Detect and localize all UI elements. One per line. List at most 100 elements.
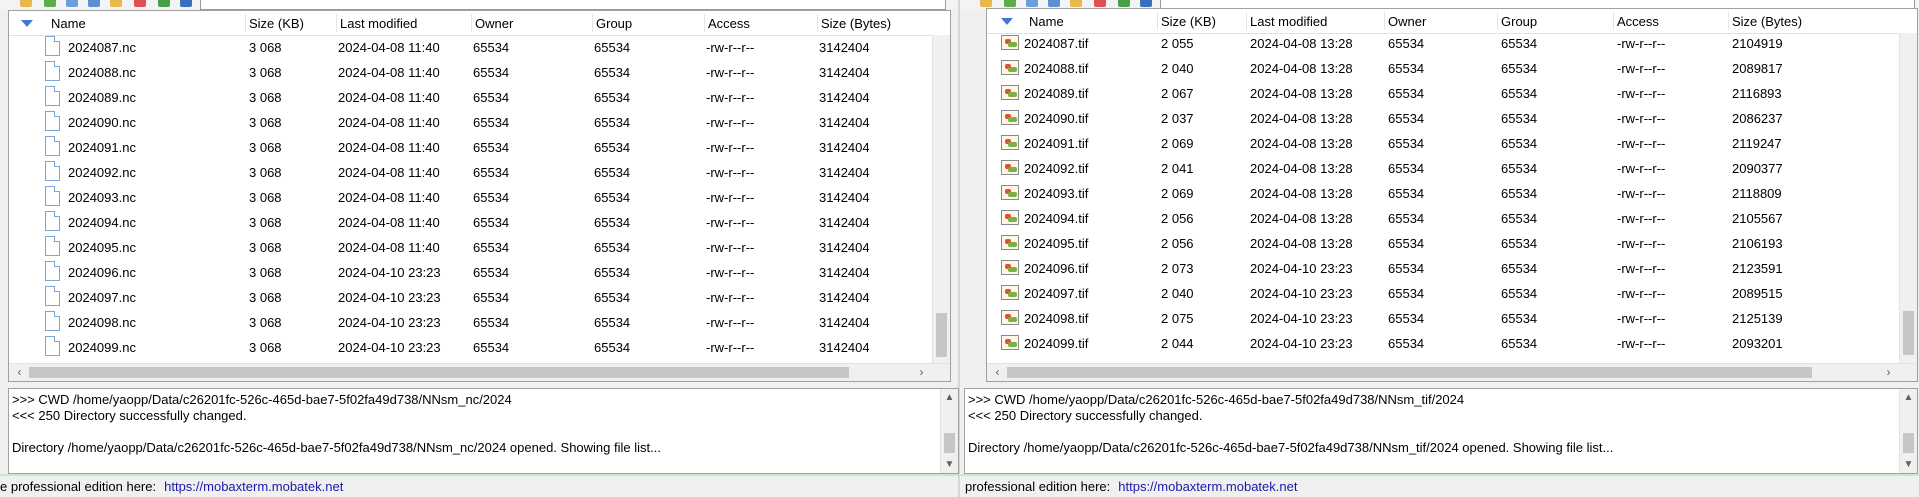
file-group: 65534 bbox=[594, 165, 631, 180]
scroll-up-icon[interactable]: ▲ bbox=[941, 389, 958, 406]
table-row[interactable]: 2024094.nc 3 068 2024-04-08 11:40 65534 6553… bbox=[9, 210, 950, 235]
mobaxterm-link[interactable]: https://mobaxterm.mobatek.net bbox=[1118, 479, 1297, 494]
scrollbar-thumb[interactable] bbox=[1903, 433, 1914, 453]
table-row[interactable]: 2024098.tif 2 075 2024-04-10 23:23 65534 655… bbox=[987, 306, 1917, 331]
file-access: -rw-r--r-- bbox=[706, 290, 755, 305]
scroll-right-icon[interactable]: › bbox=[913, 364, 930, 381]
table-row[interactable]: 2024092.tif 2 041 2024-04-08 13:28 65534 655… bbox=[987, 156, 1917, 181]
file-owner: 65534 bbox=[473, 340, 510, 355]
file-list[interactable]: Name Size (KB) Last modified Owner Group… bbox=[8, 10, 951, 382]
mobaxterm-link[interactable]: https://mobaxterm.mobatek.net bbox=[164, 479, 343, 494]
table-row[interactable]: 2024098.nc 3 068 2024-04-10 23:23 65534 6553… bbox=[9, 310, 950, 335]
table-row[interactable]: 2024099.nc 3 068 2024-04-10 23:23 65534 6553… bbox=[9, 335, 950, 360]
scrollbar-thumb[interactable] bbox=[1903, 311, 1914, 355]
download-icon[interactable] bbox=[1026, 0, 1038, 7]
col-header-size-bytes[interactable]: Size (Bytes) bbox=[1732, 14, 1802, 29]
scrollbar-thumb[interactable] bbox=[936, 313, 947, 357]
file-size-kb: 3 068 bbox=[249, 315, 282, 330]
col-header-size-kb[interactable]: Size (KB) bbox=[249, 16, 304, 31]
new-folder-icon[interactable] bbox=[1070, 0, 1082, 7]
upload-icon[interactable] bbox=[1048, 0, 1060, 7]
new-file-icon[interactable] bbox=[1118, 0, 1130, 7]
col-header-access[interactable]: Access bbox=[1617, 14, 1659, 29]
file-list-horizontal-scrollbar[interactable]: ‹ › bbox=[987, 363, 1917, 381]
terminal-icon[interactable] bbox=[1140, 0, 1152, 7]
table-row[interactable]: 2024093.nc 3 068 2024-04-08 11:40 65534 6553… bbox=[9, 185, 950, 210]
log-vertical-scrollbar[interactable]: ▲ ▼ bbox=[1899, 389, 1917, 473]
col-header-last-modified[interactable]: Last modified bbox=[1250, 14, 1327, 29]
image-file-icon bbox=[1001, 85, 1019, 100]
table-row[interactable]: 2024094.tif 2 056 2024-04-08 13:28 65534 655… bbox=[987, 206, 1917, 231]
scroll-left-icon[interactable]: ‹ bbox=[989, 364, 1006, 381]
file-size-kb: 3 068 bbox=[249, 265, 282, 280]
table-row[interactable]: 2024091.tif 2 069 2024-04-08 13:28 65534 655… bbox=[987, 131, 1917, 156]
new-file-icon[interactable] bbox=[158, 0, 170, 7]
sort-descending-icon[interactable] bbox=[1001, 18, 1013, 25]
col-header-access[interactable]: Access bbox=[708, 16, 750, 31]
table-row[interactable]: 2024092.nc 3 068 2024-04-08 11:40 65534 6553… bbox=[9, 160, 950, 185]
scrollbar-thumb[interactable] bbox=[1007, 367, 1812, 378]
table-row[interactable]: 2024090.tif 2 037 2024-04-08 13:28 65534 655… bbox=[987, 106, 1917, 131]
table-row[interactable]: 2024090.nc 3 068 2024-04-08 11:40 65534 6553… bbox=[9, 110, 950, 135]
file-name: 2024088.nc bbox=[68, 65, 136, 80]
upload-icon[interactable] bbox=[88, 0, 100, 7]
new-folder-icon[interactable] bbox=[110, 0, 122, 7]
table-row[interactable]: 2024093.tif 2 069 2024-04-08 13:28 65534 655… bbox=[987, 181, 1917, 206]
file-size-bytes: 3142404 bbox=[819, 215, 870, 230]
document-icon bbox=[45, 111, 60, 131]
file-list[interactable]: Name Size (KB) Last modified Owner Group… bbox=[986, 8, 1918, 382]
file-modified: 2024-04-08 13:28 bbox=[1250, 136, 1353, 151]
delete-icon[interactable] bbox=[1094, 0, 1106, 7]
table-row[interactable]: 2024096.nc 3 068 2024-04-10 23:23 65534 6553… bbox=[9, 260, 950, 285]
col-header-size-bytes[interactable]: Size (Bytes) bbox=[821, 16, 891, 31]
col-header-owner[interactable]: Owner bbox=[475, 16, 513, 31]
table-row[interactable]: 2024099.tif 2 044 2024-04-10 23:23 65534 655… bbox=[987, 331, 1917, 356]
file-list-vertical-scrollbar[interactable] bbox=[932, 35, 950, 364]
folder-up-icon[interactable] bbox=[20, 0, 32, 7]
folder-up-icon[interactable] bbox=[980, 0, 992, 7]
log-line: Directory /home/yaopp/Data/c26201fc-526c… bbox=[12, 440, 661, 455]
sort-descending-icon[interactable] bbox=[21, 20, 33, 27]
col-header-last-modified[interactable]: Last modified bbox=[340, 16, 417, 31]
col-header-name[interactable]: Name bbox=[51, 16, 86, 31]
table-row[interactable]: 2024091.nc 3 068 2024-04-08 11:40 65534 6553… bbox=[9, 135, 950, 160]
table-row[interactable]: 2024088.nc 3 068 2024-04-08 11:40 65534 6553… bbox=[9, 60, 950, 85]
file-list-horizontal-scrollbar[interactable]: ‹ › bbox=[9, 363, 950, 381]
delete-icon[interactable] bbox=[134, 0, 146, 7]
table-row[interactable]: 2024087.tif 2 055 2024-04-08 13:28 65534 655… bbox=[987, 31, 1917, 56]
table-row[interactable]: 2024089.nc 3 068 2024-04-08 11:40 65534 6553… bbox=[9, 85, 950, 110]
table-row[interactable]: 2024089.tif 2 067 2024-04-08 13:28 65534 655… bbox=[987, 81, 1917, 106]
scroll-up-icon[interactable]: ▲ bbox=[1900, 389, 1917, 406]
file-size-bytes: 2125139 bbox=[1732, 311, 1783, 326]
table-row[interactable]: 2024097.nc 3 068 2024-04-10 23:23 65534 6553… bbox=[9, 285, 950, 310]
col-header-size-kb[interactable]: Size (KB) bbox=[1161, 14, 1216, 29]
file-group: 65534 bbox=[594, 90, 631, 105]
scroll-down-icon[interactable]: ▼ bbox=[1900, 456, 1917, 473]
file-size-bytes: 3142404 bbox=[819, 115, 870, 130]
terminal-icon[interactable] bbox=[180, 0, 192, 7]
col-header-owner[interactable]: Owner bbox=[1388, 14, 1426, 29]
scroll-right-icon[interactable]: › bbox=[1880, 364, 1897, 381]
table-row[interactable]: 2024097.tif 2 040 2024-04-10 23:23 65534 655… bbox=[987, 281, 1917, 306]
file-list-vertical-scrollbar[interactable] bbox=[1899, 33, 1917, 364]
scroll-down-icon[interactable]: ▼ bbox=[941, 456, 958, 473]
refresh-icon[interactable] bbox=[1004, 0, 1016, 7]
col-header-name[interactable]: Name bbox=[1029, 14, 1064, 29]
path-input[interactable] bbox=[200, 0, 946, 10]
scrollbar-thumb[interactable] bbox=[944, 433, 955, 453]
scrollbar-thumb[interactable] bbox=[29, 367, 849, 378]
table-row[interactable]: 2024095.nc 3 068 2024-04-08 11:40 65534 6553… bbox=[9, 235, 950, 260]
table-row[interactable]: 2024096.tif 2 073 2024-04-10 23:23 65534 655… bbox=[987, 256, 1917, 281]
refresh-icon[interactable] bbox=[44, 0, 56, 7]
download-icon[interactable] bbox=[66, 0, 78, 7]
scroll-left-icon[interactable]: ‹ bbox=[11, 364, 28, 381]
file-group: 65534 bbox=[594, 290, 631, 305]
table-row[interactable]: 2024088.tif 2 040 2024-04-08 13:28 65534 655… bbox=[987, 56, 1917, 81]
table-row[interactable]: 2024087.nc 3 068 2024-04-08 11:40 65534 6553… bbox=[9, 35, 950, 60]
file-owner: 65534 bbox=[473, 65, 510, 80]
col-header-group[interactable]: Group bbox=[1501, 14, 1537, 29]
table-row[interactable]: 2024095.tif 2 056 2024-04-08 13:28 65534 655… bbox=[987, 231, 1917, 256]
log-vertical-scrollbar[interactable]: ▲ ▼ bbox=[940, 389, 958, 473]
col-header-group[interactable]: Group bbox=[596, 16, 632, 31]
file-modified: 2024-04-10 23:23 bbox=[338, 340, 441, 355]
